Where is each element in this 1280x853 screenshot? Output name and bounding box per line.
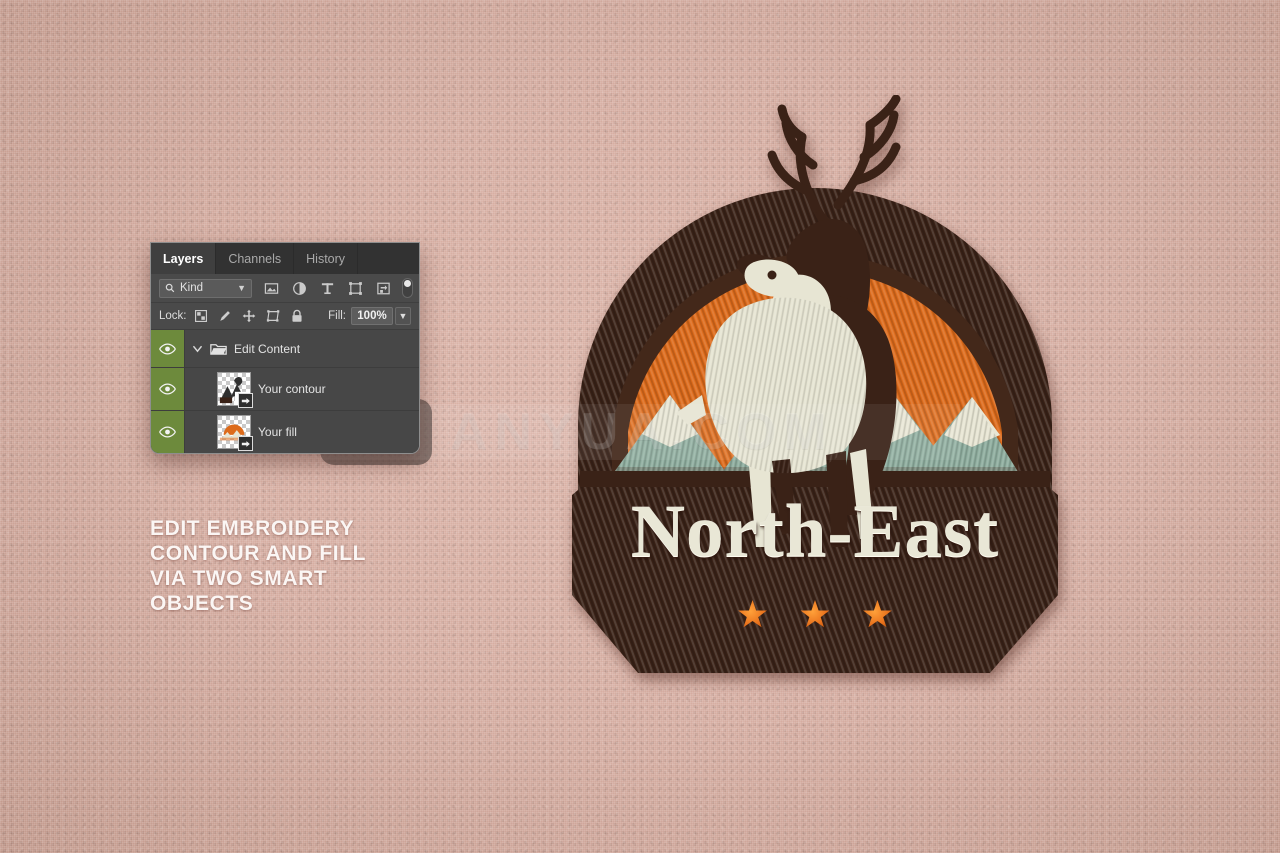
layer-filter-row: Kind ▼ <box>151 274 419 302</box>
layer-name: Your contour <box>258 382 326 396</box>
layer-visibility-toggle[interactable] <box>151 411 185 453</box>
star-icon <box>800 600 830 630</box>
layer-row-your-contour[interactable]: Your contour <box>151 367 419 410</box>
lock-all-icon[interactable] <box>290 309 304 323</box>
eye-icon <box>159 426 176 438</box>
lock-position-icon[interactable] <box>242 309 256 323</box>
caption-line: CONTOUR AND FILL <box>150 541 480 566</box>
layer-lock-row: Lock: Fi <box>151 302 419 329</box>
shape-layer-icon[interactable] <box>348 281 363 296</box>
fill-label: Fill: <box>328 310 346 322</box>
type-layer-icon[interactable] <box>320 281 335 296</box>
layers-panel[interactable]: Layers Channels History Kind ▼ <box>150 242 420 454</box>
layer-row-your-fill[interactable]: Your fill <box>151 410 419 453</box>
eye-icon <box>159 343 176 355</box>
layer-visibility-toggle[interactable] <box>151 330 185 367</box>
smart-object-badge-icon <box>238 393 253 408</box>
caption-line: OBJECTS <box>150 591 480 616</box>
filter-toggle-switch[interactable] <box>402 278 413 298</box>
layer-name: Edit Content <box>234 342 300 356</box>
chevron-down-icon[interactable] <box>192 343 203 354</box>
caption-line: EDIT EMBROIDERY <box>150 516 480 541</box>
layer-visibility-toggle[interactable] <box>151 368 185 410</box>
eye-icon <box>159 383 176 395</box>
layer-name: Your fill <box>258 425 297 439</box>
fill-value-input[interactable]: 100% <box>351 307 393 325</box>
caption-text: EDIT EMBROIDERY CONTOUR AND FILL VIA TWO… <box>150 516 480 616</box>
chevron-down-icon: ▼ <box>237 283 246 293</box>
smart-object-badge-icon <box>238 436 253 451</box>
layer-row-edit-content[interactable]: Edit Content <box>151 329 419 367</box>
filter-kind-label: Kind <box>180 282 203 294</box>
adjustment-layer-icon[interactable] <box>292 281 307 296</box>
lock-label: Lock: <box>159 310 187 322</box>
star-icon <box>862 600 892 630</box>
star-row <box>520 600 1110 635</box>
lock-icon-group <box>194 309 304 323</box>
contour-thumbnail[interactable] <box>217 372 251 406</box>
search-icon <box>165 283 175 293</box>
embroidered-patch: North-East <box>520 95 1110 695</box>
caption-line: VIA TWO SMART <box>150 566 480 591</box>
fill-dropdown-chevron-down-icon[interactable]: ▼ <box>395 307 411 325</box>
lock-transparent-pixels-icon[interactable] <box>194 309 208 323</box>
tab-channels[interactable]: Channels <box>216 243 294 274</box>
lock-artboard-nesting-icon[interactable] <box>266 309 280 323</box>
filter-kind-select[interactable]: Kind ▼ <box>159 279 252 298</box>
image-layer-icon[interactable] <box>264 281 279 296</box>
tab-layers[interactable]: Layers <box>151 243 216 274</box>
folder-open-icon <box>210 342 227 356</box>
layer-row-body[interactable]: Edit Content <box>185 330 419 367</box>
fill-thumbnail[interactable] <box>217 415 251 449</box>
star-icon <box>738 600 768 630</box>
smart-object-layer-icon[interactable] <box>376 281 391 296</box>
panel-tab-bar: Layers Channels History <box>151 243 419 274</box>
layer-row-body[interactable]: Your fill <box>185 411 419 453</box>
filter-type-icons <box>264 281 391 296</box>
layer-row-body[interactable]: Your contour <box>185 368 419 410</box>
patch-title: North-East <box>520 489 1110 575</box>
tab-history[interactable]: History <box>294 243 358 274</box>
lock-image-pixels-icon[interactable] <box>218 309 232 323</box>
